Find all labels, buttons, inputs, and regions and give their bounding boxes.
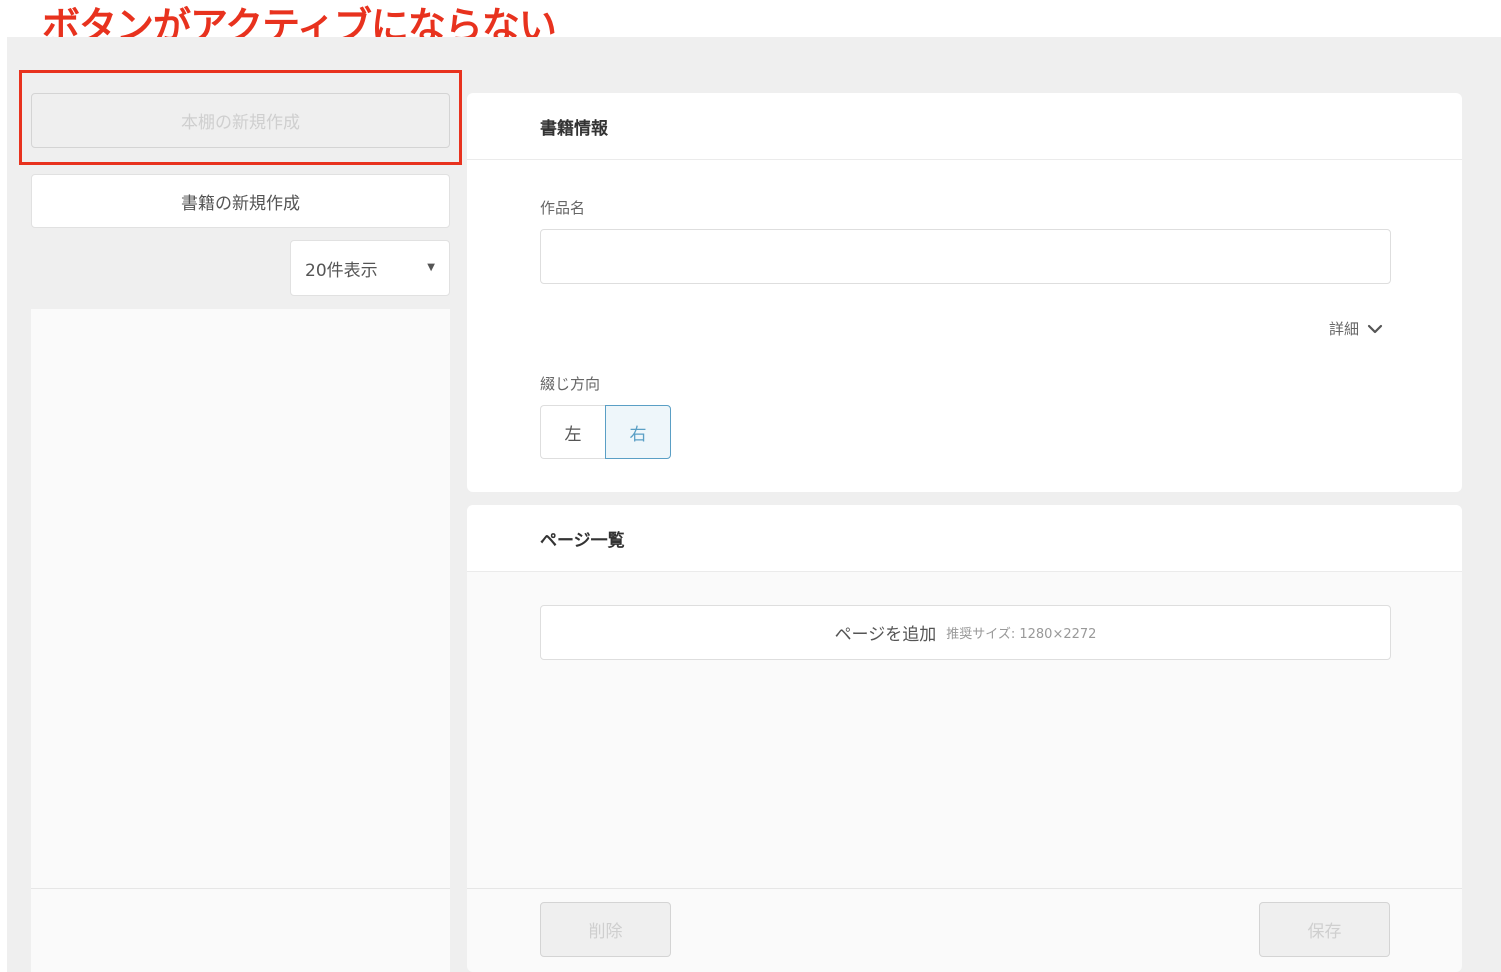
add-page-label: ページを追加 — [834, 625, 937, 645]
sidebar-footer — [31, 888, 450, 972]
details-label: 詳細 — [1329, 320, 1360, 338]
work-name-input[interactable] — [540, 229, 1391, 284]
shelf-list — [31, 309, 450, 888]
work-name-label: 作品名 — [540, 199, 586, 217]
delete-button[interactable]: 削除 — [540, 902, 671, 957]
page-size-select[interactable]: 20件表示 ▼ — [290, 240, 450, 296]
book-info-panel: 書籍情報 作品名 詳細 綴じ方向 左 右 — [467, 93, 1462, 492]
add-page-button[interactable]: ページを追加 推奨サイズ: 1280×2272 — [540, 605, 1391, 660]
binding-right-option[interactable]: 右 — [605, 405, 671, 459]
caret-down-icon: ▼ — [427, 262, 435, 273]
save-button[interactable]: 保存 — [1259, 902, 1390, 957]
annotation-highlight-box — [19, 70, 462, 165]
chevron-down-icon — [1367, 324, 1383, 333]
binding-direction-toggle: 左 右 — [540, 405, 671, 459]
recommended-size-hint: 推奨サイズ: 1280×2272 — [946, 627, 1097, 642]
details-toggle[interactable]: 詳細 — [1329, 318, 1383, 339]
page-list-footer: 削除 保存 — [467, 888, 1462, 972]
page-size-value: 20件表示 — [305, 260, 378, 281]
binding-direction-label: 綴じ方向 — [540, 375, 601, 393]
new-book-button[interactable]: 書籍の新規作成 — [31, 174, 450, 228]
page-list-panel: ページ一覧 ページを追加 推奨サイズ: 1280×2272 削除 保存 — [467, 505, 1462, 972]
binding-left-option[interactable]: 左 — [540, 405, 605, 459]
page-list-heading: ページ一覧 — [467, 505, 1462, 572]
book-info-heading: 書籍情報 — [467, 93, 1462, 160]
